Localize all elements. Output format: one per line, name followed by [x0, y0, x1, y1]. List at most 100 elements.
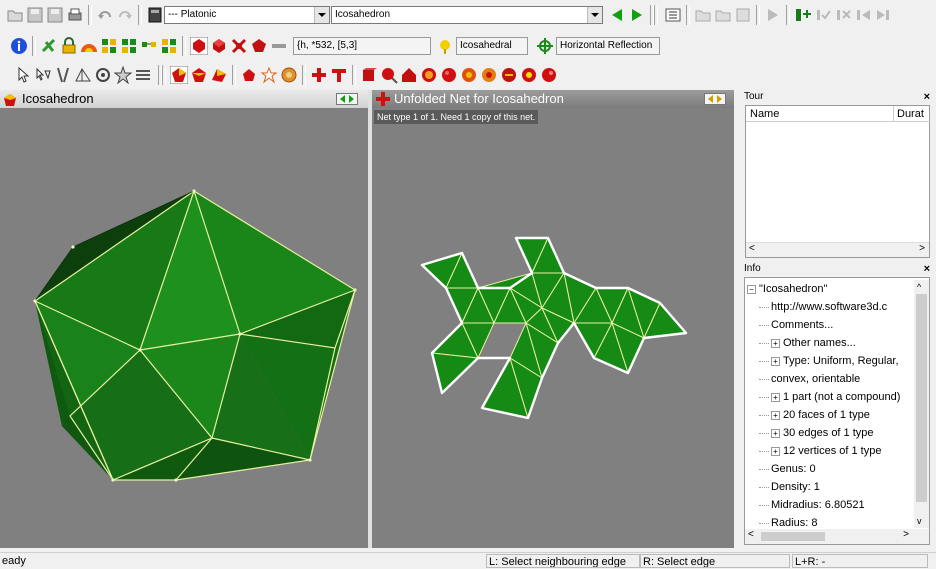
shaded-solid-icon[interactable]	[169, 65, 189, 85]
dodeca-view-icon[interactable]	[250, 37, 268, 55]
tree-item[interactable]: + Other names...	[759, 334, 856, 352]
scroll-left-icon[interactable]: <	[748, 529, 754, 540]
dome-icon[interactable]	[80, 37, 98, 55]
tree-item[interactable]: Density: 1	[759, 478, 820, 496]
tour-list-icon[interactable]	[734, 6, 752, 24]
redo-icon[interactable]	[116, 6, 134, 24]
edge-bar-icon[interactable]	[270, 37, 288, 55]
network-icon[interactable]	[140, 37, 158, 55]
orb-orange-icon[interactable]	[280, 66, 298, 84]
grid-yellow-icon[interactable]	[160, 37, 178, 55]
cross-net-icon[interactable]	[310, 66, 328, 84]
tree-item[interactable]: convex, orientable	[759, 370, 860, 388]
polyhedron-combo[interactable]: Icosahedron	[331, 6, 603, 24]
next-arrow-icon[interactable]	[628, 6, 646, 24]
lock-icon[interactable]	[60, 37, 78, 55]
print-icon[interactable]	[66, 6, 84, 24]
tree-item[interactable]: +20 faces of 1 type	[759, 406, 870, 424]
grid-green-icon[interactable]	[100, 37, 118, 55]
list-view-icon[interactable]	[664, 6, 682, 24]
grid-mixed-icon[interactable]	[120, 37, 138, 55]
tour-horizontal-scrollbar[interactable]: < >	[746, 242, 929, 257]
info-horizontal-scrollbar[interactable]: < >	[745, 529, 929, 544]
previous-arrow-icon[interactable]	[608, 6, 626, 24]
delete-step-icon[interactable]	[834, 6, 852, 24]
tour-list[interactable]: Name Durat < >	[745, 105, 930, 258]
tree-item[interactable]: Midradius: 6.80521	[759, 496, 865, 514]
sphere-yellow-icon[interactable]	[520, 66, 538, 84]
reflection-icon[interactable]	[536, 37, 554, 55]
symmetry-icon[interactable]	[436, 37, 454, 55]
collapse-icon[interactable]: −	[747, 284, 756, 294]
shaded-compound-icon[interactable]	[210, 66, 228, 84]
sphere-dark-icon[interactable]	[500, 66, 518, 84]
magnifier-red-icon[interactable]	[380, 66, 398, 84]
tree-item[interactable]: + Type: Uniform, Regular,	[759, 352, 899, 370]
net-tool-icon[interactable]	[74, 66, 92, 84]
tree-root[interactable]: − "Icosahedron"	[747, 280, 827, 298]
save-as-icon[interactable]	[46, 6, 64, 24]
scroll-thumb[interactable]	[761, 532, 825, 541]
chevron-down-icon[interactable]	[587, 7, 602, 23]
rotate-tool-icon[interactable]	[94, 66, 112, 84]
select-face-icon[interactable]	[34, 66, 52, 84]
chevron-down-icon[interactable]	[314, 7, 329, 23]
pointer-icon[interactable]	[14, 66, 32, 84]
t-net-icon[interactable]	[330, 66, 348, 84]
icosahedron-model[interactable]	[0, 108, 368, 548]
tour-save-icon[interactable]	[714, 6, 732, 24]
scroll-right-icon[interactable]: >	[903, 529, 909, 540]
stellated-view-icon[interactable]	[230, 37, 248, 55]
sphere-red-icon[interactable]	[440, 66, 458, 84]
close-icon[interactable]: ×	[924, 90, 930, 104]
play-tour-icon[interactable]	[764, 6, 782, 24]
scroll-down-icon[interactable]: v	[917, 516, 922, 526]
sync-net-button[interactable]	[704, 93, 726, 105]
expand-icon[interactable]: +	[771, 410, 780, 420]
last-step-icon[interactable]	[874, 6, 892, 24]
tree-item[interactable]: Comments...	[759, 316, 833, 334]
expand-icon[interactable]: +	[771, 338, 780, 348]
scroll-right-icon[interactable]: >	[919, 243, 925, 254]
solid-view-icon[interactable]	[189, 36, 209, 56]
cube-red-icon[interactable]	[360, 66, 378, 84]
star-tool-icon[interactable]	[113, 65, 133, 85]
expand-icon[interactable]: +	[771, 392, 780, 402]
sync-views-button[interactable]	[336, 93, 358, 105]
tree-item[interactable]: +12 vertices of 1 type	[759, 442, 881, 460]
sphere-gold-icon[interactable]	[480, 66, 498, 84]
net-view-pane[interactable]: Unfolded Net for Icosahedron Net type 1 …	[372, 90, 734, 548]
tree-item[interactable]: +30 edges of 1 type	[759, 424, 874, 442]
pentagon-red-icon[interactable]	[240, 66, 258, 84]
tree-item[interactable]: Genus: 0	[759, 460, 816, 478]
tree-item[interactable]: Radius: 8	[759, 514, 817, 528]
tour-column-duration[interactable]: Durat	[894, 106, 930, 122]
scroll-left-icon[interactable]: <	[749, 243, 755, 254]
model-view-pane[interactable]: Icosahedron	[0, 90, 368, 548]
group-combo[interactable]: --- Platonic	[164, 6, 330, 24]
save-icon[interactable]	[26, 6, 44, 24]
vertex-tool-icon[interactable]	[40, 37, 58, 55]
info-tree[interactable]: − "Icosahedron" http://www.software3d.c Co…	[745, 280, 928, 528]
stack-tool-icon[interactable]	[134, 66, 152, 84]
tweezers-icon[interactable]	[54, 66, 72, 84]
scroll-up-icon[interactable]: ^	[917, 282, 921, 292]
check-step-icon[interactable]	[814, 6, 832, 24]
expand-icon[interactable]: +	[771, 446, 780, 456]
house-red-icon[interactable]	[400, 66, 418, 84]
info-icon[interactable]	[10, 37, 28, 55]
info-vertical-scrollbar[interactable]: ^ v	[914, 280, 929, 528]
sphere-orange-icon[interactable]	[460, 66, 478, 84]
pentagram-icon[interactable]	[260, 66, 278, 84]
expand-icon[interactable]: +	[771, 428, 780, 438]
scroll-thumb[interactable]	[916, 294, 927, 502]
sphere-last-icon[interactable]	[540, 66, 558, 84]
add-tour-step-icon[interactable]	[794, 6, 812, 24]
shaded-star-icon[interactable]	[190, 66, 208, 84]
tour-open-icon[interactable]	[694, 6, 712, 24]
close-icon[interactable]: ×	[924, 262, 930, 276]
tour-column-name[interactable]: Name	[746, 106, 894, 122]
tree-item[interactable]: http://www.software3d.c	[759, 298, 887, 316]
expand-icon[interactable]: +	[771, 356, 780, 366]
open-folder-icon[interactable]	[6, 6, 24, 24]
